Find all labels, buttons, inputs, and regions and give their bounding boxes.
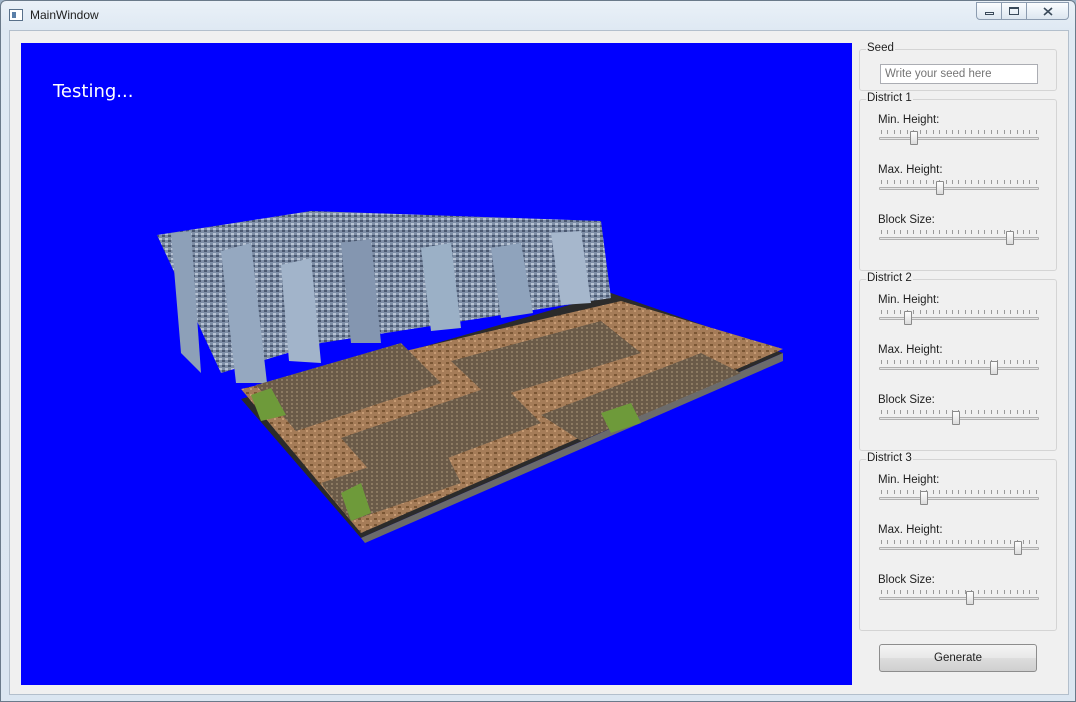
district-1-min-height-label: Min. Height: [878,114,940,126]
district-3-min-height-label: Min. Height: [878,474,940,486]
central-widget: Testing... Seed Write your seed here Dis… [9,30,1069,695]
district-3-max-height-label: Max. Height: [878,524,943,536]
city-render [157,211,783,543]
generate-button[interactable]: Generate [879,644,1037,672]
slider-track[interactable] [879,597,1039,600]
maximize-icon [1009,7,1019,15]
slider-track[interactable] [879,187,1039,190]
district-2-block-size-slider[interactable] [879,410,1039,426]
district-1-title: District 1 [866,92,913,104]
slider-handle[interactable] [990,361,999,375]
seed-group-title: Seed [866,42,895,54]
district-1-block-size-slider[interactable] [879,230,1039,246]
caption-buttons [976,2,1069,20]
close-icon [1042,6,1053,16]
district-3-block-size-label: Block Size: [878,574,935,586]
district-3-min-height-slider[interactable] [879,490,1039,506]
district-2-max-height-label: Max. Height: [878,344,943,356]
slider-track[interactable] [879,137,1039,140]
close-button[interactable] [1026,2,1069,20]
district-2-group: District 2 Min. Height: Max. Height: Blo… [859,272,1057,451]
controls-panel: Seed District 1 Min. Height: Max. Height… [859,31,1064,694]
district-2-max-height-slider[interactable] [879,360,1039,376]
render-viewport[interactable]: Testing... [21,43,852,685]
slider-ticks [881,360,1037,364]
seed-group: Seed [859,42,1057,91]
slider-ticks [881,130,1037,134]
slider-handle[interactable] [1006,231,1015,245]
slider-handle[interactable] [935,181,944,195]
district-3-title: District 3 [866,452,913,464]
title-bar[interactable]: MainWindow [1,1,1075,29]
district-3-group: District 3 Min. Height: Max. Height: Blo… [859,452,1057,631]
slider-ticks [881,590,1037,594]
slider-track[interactable] [879,367,1039,370]
district-1-min-height-slider[interactable] [879,130,1039,146]
slider-handle[interactable] [1014,541,1023,555]
slider-handle[interactable] [910,131,919,145]
maximize-button[interactable] [1001,2,1027,20]
slider-ticks [881,490,1037,494]
seed-input[interactable] [880,64,1038,84]
district-2-block-size-label: Block Size: [878,394,935,406]
minimize-button[interactable] [976,2,1002,20]
district-3-block-size-slider[interactable] [879,590,1039,606]
district-1-max-height-slider[interactable] [879,180,1039,196]
window-title: MainWindow [30,8,99,22]
minimize-icon [984,12,994,15]
app-window-icon [9,9,23,21]
district-2-min-height-slider[interactable] [879,310,1039,326]
main-window: MainWindow Testing... Seed Write your se… [0,0,1076,702]
slider-handle[interactable] [903,311,912,325]
slider-handle[interactable] [951,411,960,425]
slider-handle[interactable] [966,591,975,605]
district-1-max-height-label: Max. Height: [878,164,943,176]
district-2-min-height-label: Min. Height: [878,294,940,306]
slider-handle[interactable] [919,491,928,505]
slider-track[interactable] [879,237,1039,240]
district-2-title: District 2 [866,272,913,284]
district-1-group: District 1 Min. Height: Max. Height: Blo… [859,92,1057,271]
district-3-max-height-slider[interactable] [879,540,1039,556]
district-1-block-size-label: Block Size: [878,214,935,226]
slider-ticks [881,180,1037,184]
slider-track[interactable] [879,497,1039,500]
